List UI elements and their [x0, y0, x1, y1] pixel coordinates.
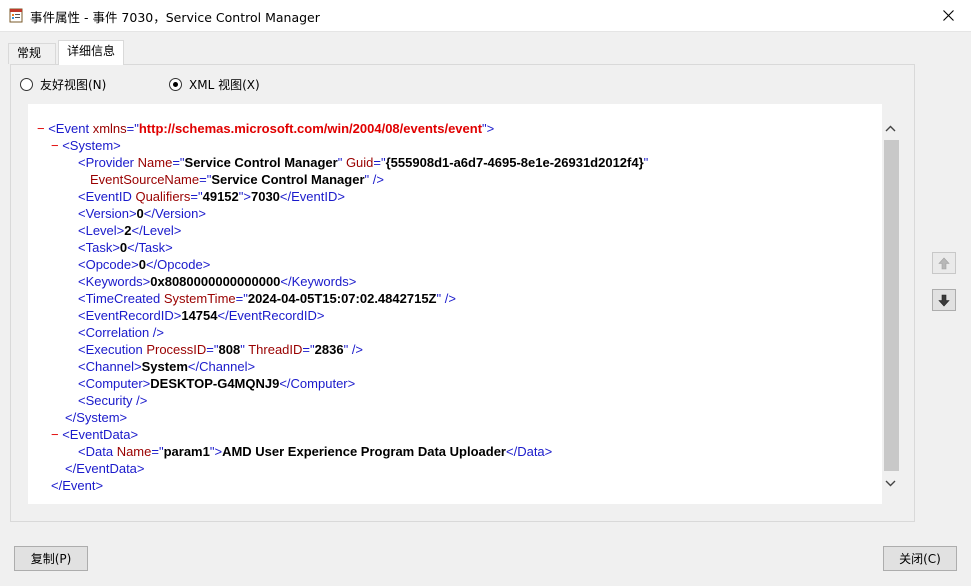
- xml-level: <Level>2</Level>: [78, 223, 182, 238]
- friendly-view-radio[interactable]: 友好视图(N): [20, 76, 106, 92]
- xml-eventdata-open: − <EventData>: [51, 427, 139, 442]
- xml-security: <Security />: [78, 393, 148, 408]
- close-button[interactable]: 关闭(C): [883, 546, 957, 571]
- xml-timecreated: <TimeCreated SystemTime="2024-04-05T15:0…: [78, 291, 456, 306]
- xml-eventdata-close: </EventData>: [65, 461, 145, 476]
- arrow-down-icon: [938, 294, 950, 306]
- vertical-scrollbar[interactable]: [882, 120, 899, 494]
- copy-button[interactable]: 复制(P): [14, 546, 88, 571]
- event-viewer-icon: [9, 8, 23, 23]
- window-title: 事件属性 - 事件 7030，Service Control Manager: [30, 10, 320, 25]
- scrollbar-thumb[interactable]: [884, 140, 899, 471]
- xml-channel: <Channel>System</Channel>: [78, 359, 256, 374]
- title-bar: 事件属性 - 事件 7030，Service Control Manager: [0, 0, 971, 32]
- radio-circle: [20, 78, 33, 91]
- xml-system-close: </System>: [65, 410, 128, 425]
- xml-provider: <Provider Name="Service Control Manager"…: [78, 155, 649, 170]
- xml-event-close: </Event>: [51, 478, 104, 493]
- xml-view[interactable]: − <Event xmlns="http://schemas.microsoft…: [28, 104, 882, 504]
- xml-execution: <Execution ProcessID="808" ThreadID="283…: [78, 342, 364, 357]
- previous-event-button[interactable]: [932, 252, 956, 274]
- chevron-down-icon: [885, 480, 896, 487]
- xml-keywords: <Keywords>0x8080000000000000</Keywords>: [78, 274, 357, 289]
- xml-computer: <Computer>DESKTOP-G4MQNJ9</Computer>: [78, 376, 356, 391]
- xml-event-open: − <Event xmlns="http://schemas.microsoft…: [37, 121, 495, 136]
- chevron-up-icon: [885, 125, 896, 132]
- xml-view-radio[interactable]: XML 视图(X): [169, 76, 260, 92]
- xml-task: <Task>0</Task>: [78, 240, 173, 255]
- radio-circle-selected: [169, 78, 182, 91]
- close-icon: [942, 10, 954, 21]
- collapse-toggle[interactable]: −: [51, 427, 59, 442]
- next-event-button[interactable]: [932, 289, 956, 311]
- xml-system-open: − <System>: [51, 138, 121, 153]
- scroll-up-button[interactable]: [882, 120, 899, 137]
- xml-provider-source: EventSourceName="Service Control Manager…: [90, 172, 384, 187]
- window-close-button[interactable]: [925, 0, 971, 31]
- xml-version: <Version>0</Version>: [78, 206, 206, 221]
- xml-correlation: <Correlation />: [78, 325, 164, 340]
- xml-eventrecordid: <EventRecordID>14754</EventRecordID>: [78, 308, 325, 323]
- xml-opcode: <Opcode>0</Opcode>: [78, 257, 211, 272]
- collapse-toggle[interactable]: −: [51, 138, 59, 153]
- xml-view-label: XML 视图(X): [189, 78, 260, 92]
- collapse-toggle[interactable]: −: [37, 121, 45, 136]
- scroll-down-button[interactable]: [882, 475, 899, 492]
- tab-details[interactable]: 详细信息: [58, 40, 125, 65]
- arrow-up-icon: [938, 257, 950, 269]
- friendly-view-label: 友好视图(N): [40, 78, 107, 92]
- tab-general[interactable]: 常规: [8, 43, 56, 64]
- xml-data: <Data Name="param1">AMD User Experience …: [78, 444, 553, 459]
- xml-eventid: <EventID Qualifiers="49152">7030</EventI…: [78, 189, 345, 204]
